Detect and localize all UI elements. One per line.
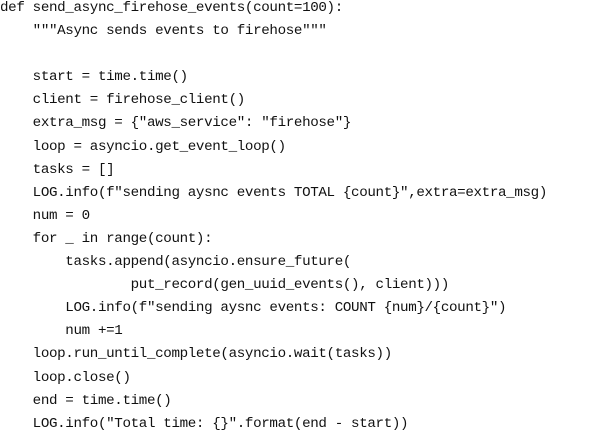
code-line: loop.close() — [0, 369, 131, 386]
code-line: extra_msg = {"aws_service": "firehose"} — [0, 115, 352, 132]
code-line: loop = asyncio.get_event_loop() — [0, 138, 286, 155]
code-line: LOG.info(f"sending aysnc events TOTAL {c… — [0, 184, 548, 201]
code-line: tasks.append(asyncio.ensure_future( — [0, 254, 352, 271]
code-line: num +=1 — [0, 323, 123, 340]
code-line: LOG.info(f"sending aysnc events: COUNT {… — [0, 300, 507, 317]
code-line: client = firehose_client() — [0, 92, 246, 109]
code-line: for _ in range(count): — [0, 230, 213, 247]
code-line: put_record(gen_uuid_events(), client))) — [0, 277, 450, 294]
code-line: def send_async_firehose_events(count=100… — [0, 0, 343, 16]
code-line: """Async sends events to firehose""" — [0, 23, 327, 40]
code-line: tasks = [] — [0, 161, 115, 178]
code-line: end = time.time() — [0, 392, 172, 409]
code-line: LOG.info("Total time: {}".format(end - s… — [0, 415, 409, 432]
code-line: loop.run_until_complete(asyncio.wait(tas… — [0, 346, 393, 363]
code-line: num = 0 — [0, 207, 91, 224]
code-line: start = time.time() — [0, 69, 188, 86]
code-listing: def send_async_firehose_events(count=100… — [0, 0, 600, 432]
